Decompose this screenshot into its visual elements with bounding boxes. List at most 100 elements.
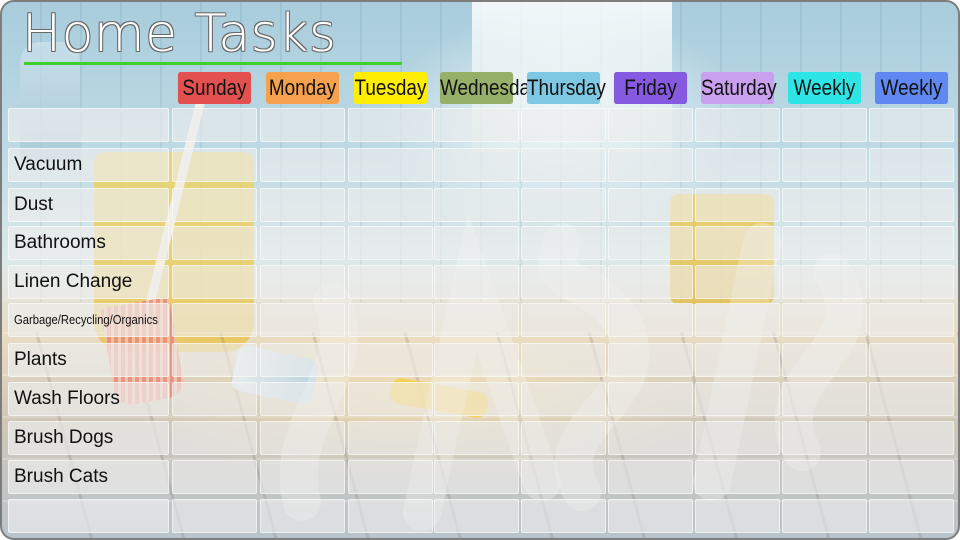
task-cell[interactable]	[172, 226, 257, 260]
task-cell[interactable]	[869, 108, 954, 142]
task-cell[interactable]	[172, 343, 257, 377]
task-cell[interactable]	[782, 188, 867, 222]
task-cell[interactable]	[260, 188, 345, 222]
task-cell[interactable]	[869, 226, 954, 260]
task-cell[interactable]	[782, 460, 867, 494]
task-cell[interactable]	[260, 148, 345, 182]
task-cell[interactable]	[608, 421, 693, 455]
task-cell[interactable]	[434, 265, 519, 299]
task-cell[interactable]	[434, 460, 519, 494]
task-cell[interactable]	[434, 226, 519, 260]
task-cell[interactable]	[434, 382, 519, 416]
task-cell[interactable]	[869, 421, 954, 455]
task-cell[interactable]	[260, 499, 345, 533]
task-cell[interactable]	[348, 460, 433, 494]
task-cell[interactable]	[260, 421, 345, 455]
task-cell[interactable]	[434, 499, 519, 533]
task-cell[interactable]	[348, 108, 433, 142]
task-cell[interactable]	[348, 226, 433, 260]
task-cell[interactable]	[608, 265, 693, 299]
task-cell[interactable]	[608, 499, 693, 533]
task-cell[interactable]	[521, 148, 606, 182]
task-label: Garbage/Recycling/Organics	[14, 313, 158, 327]
task-cell[interactable]	[869, 188, 954, 222]
task-cell[interactable]	[782, 148, 867, 182]
task-cell[interactable]	[782, 382, 867, 416]
task-cell[interactable]	[869, 343, 954, 377]
task-cell[interactable]	[782, 108, 867, 142]
task-cell[interactable]	[695, 265, 780, 299]
task-cell[interactable]	[521, 460, 606, 494]
task-cell[interactable]	[782, 226, 867, 260]
task-cell[interactable]	[172, 460, 257, 494]
task-cell[interactable]	[172, 382, 257, 416]
task-cell[interactable]	[348, 148, 433, 182]
task-cell[interactable]	[172, 421, 257, 455]
task-cell[interactable]	[782, 265, 867, 299]
task-cell[interactable]	[695, 303, 780, 337]
task-cell[interactable]	[172, 303, 257, 337]
task-cell[interactable]	[869, 303, 954, 337]
task-cell[interactable]	[869, 265, 954, 299]
task-cell[interactable]	[608, 303, 693, 337]
task-cell[interactable]	[521, 226, 606, 260]
task-cell[interactable]	[434, 303, 519, 337]
task-cell[interactable]	[260, 226, 345, 260]
task-cell[interactable]	[260, 460, 345, 494]
task-cell[interactable]	[260, 343, 345, 377]
task-cell[interactable]	[434, 188, 519, 222]
task-cell[interactable]	[348, 382, 433, 416]
task-cell[interactable]	[782, 343, 867, 377]
task-cell[interactable]	[172, 108, 257, 142]
task-cell[interactable]	[348, 499, 433, 533]
task-cell[interactable]	[869, 382, 954, 416]
task-cell[interactable]	[434, 421, 519, 455]
task-cell[interactable]	[869, 148, 954, 182]
task-cell[interactable]	[608, 108, 693, 142]
task-cell[interactable]	[695, 188, 780, 222]
task-cell[interactable]	[260, 265, 345, 299]
task-cell[interactable]	[695, 382, 780, 416]
task-cell[interactable]	[172, 188, 257, 222]
task-cell[interactable]	[434, 148, 519, 182]
task-cell[interactable]	[521, 382, 606, 416]
task-cell[interactable]	[695, 148, 780, 182]
task-cell[interactable]	[782, 499, 867, 533]
task-cell[interactable]	[695, 343, 780, 377]
task-cell[interactable]	[260, 382, 345, 416]
task-cell[interactable]	[695, 226, 780, 260]
task-cell[interactable]	[348, 265, 433, 299]
task-cell[interactable]	[172, 265, 257, 299]
task-cell[interactable]	[260, 108, 345, 142]
task-cell[interactable]	[608, 148, 693, 182]
task-cell[interactable]	[608, 460, 693, 494]
task-cell[interactable]	[608, 382, 693, 416]
task-cell[interactable]	[608, 343, 693, 377]
task-cell[interactable]	[521, 421, 606, 455]
task-cell[interactable]	[782, 303, 867, 337]
task-cell[interactable]	[348, 188, 433, 222]
task-cell[interactable]	[608, 188, 693, 222]
task-cell[interactable]	[172, 148, 257, 182]
task-cell[interactable]	[434, 343, 519, 377]
task-cell[interactable]	[521, 343, 606, 377]
task-cell[interactable]	[521, 108, 606, 142]
task-cell[interactable]	[782, 421, 867, 455]
task-cell[interactable]	[172, 499, 257, 533]
task-cell[interactable]	[695, 460, 780, 494]
task-cell[interactable]	[869, 460, 954, 494]
task-cell[interactable]	[348, 303, 433, 337]
task-cell[interactable]	[608, 226, 693, 260]
task-cell[interactable]	[348, 343, 433, 377]
task-cell[interactable]	[869, 499, 954, 533]
task-cell[interactable]	[260, 303, 345, 337]
task-cell[interactable]	[695, 421, 780, 455]
task-cell[interactable]	[695, 108, 780, 142]
task-cell[interactable]	[434, 108, 519, 142]
task-cell[interactable]	[695, 499, 780, 533]
task-cell[interactable]	[521, 499, 606, 533]
task-cell[interactable]	[521, 303, 606, 337]
task-cell[interactable]	[521, 265, 606, 299]
task-cell[interactable]	[521, 188, 606, 222]
task-cell[interactable]	[348, 421, 433, 455]
